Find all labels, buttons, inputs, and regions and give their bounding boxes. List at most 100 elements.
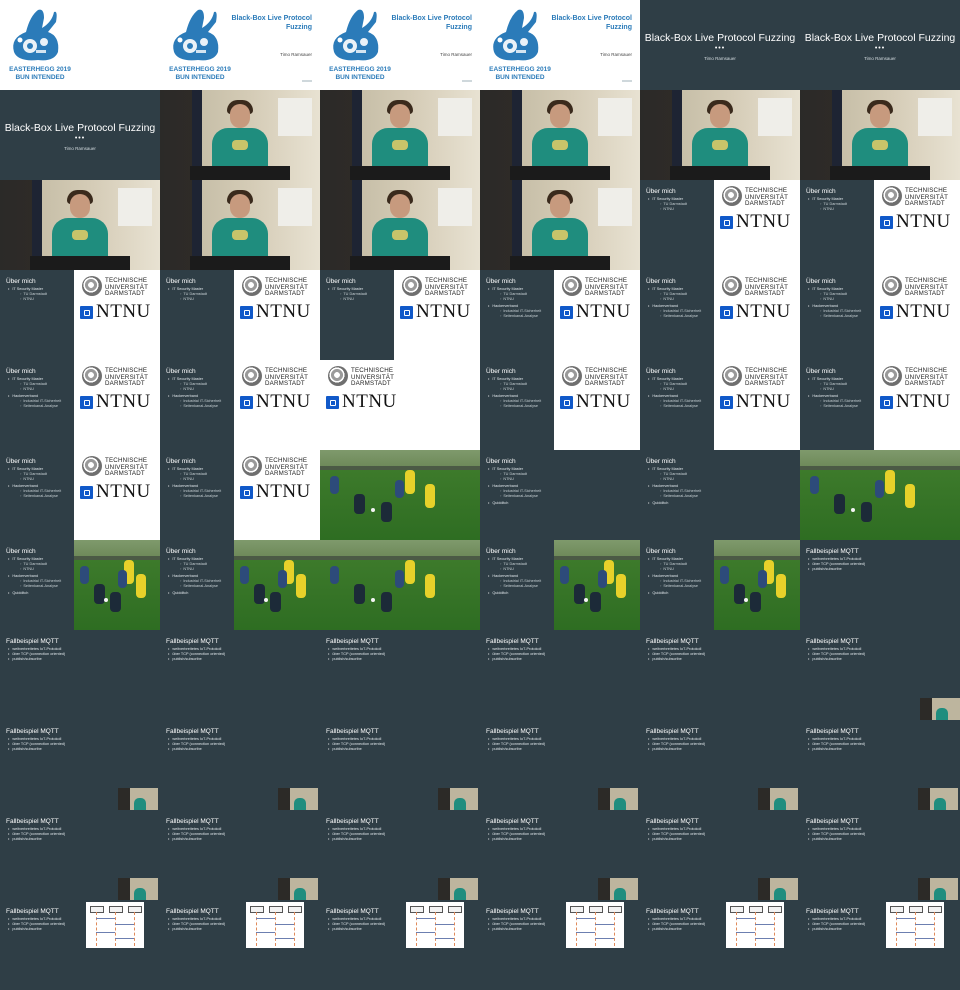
slide-heading: Fallbeispiel MQTT xyxy=(326,728,379,735)
slide-thumbnail: Über michIT Security MasterTU DarmstadtN… xyxy=(320,270,480,360)
slide-heading: Über mich xyxy=(6,548,36,555)
slide-heading: Fallbeispiel MQTT xyxy=(806,818,859,825)
diagram-lifeline xyxy=(294,912,295,946)
tu-darmstadt-athene-icon xyxy=(242,276,262,296)
bullet-item: publish/subscribe xyxy=(488,927,521,932)
speaker-photo-head xyxy=(550,104,570,128)
slide-heading: Über mich xyxy=(806,368,836,375)
tud-line: DARMSTADT xyxy=(905,200,945,208)
bullet-item: publish/subscribe xyxy=(808,747,841,752)
tud-line: DARMSTADT xyxy=(905,290,945,298)
sub-bullet-item: Seitenkanal-Analyse xyxy=(20,494,58,499)
university-logos: TECHNISCHE UNIVERSITÄT DARMSTADT NTNU xyxy=(394,270,480,360)
tu-darmstadt-athene-icon xyxy=(242,456,262,476)
slide-heading: Über mich xyxy=(486,278,516,285)
slide-thumbnail: Über michIT Security MasterTU DarmstadtN… xyxy=(480,540,640,630)
mqtt-sequence-diagram xyxy=(566,902,624,948)
ball-icon xyxy=(371,598,375,602)
diagram-participant-box xyxy=(768,906,782,913)
ntnu-wordmark: NTNU xyxy=(896,211,951,232)
speaker-camera-overlay xyxy=(598,788,638,810)
slide-thumbnail: Über michIT Security MasterTU DarmstadtN… xyxy=(640,270,800,360)
slide-thumbnail: EASTERHEGG 2019 BUN INTENDED Black-Box Liv… xyxy=(160,0,320,90)
sub-bullet-item: NTNU xyxy=(660,297,674,302)
ball-icon xyxy=(104,598,108,602)
diagram-message-arrow xyxy=(896,918,915,919)
player-figure xyxy=(136,574,146,598)
slide-thumbnail: Über michIT Security MasterTU DarmstadtN… xyxy=(0,270,160,360)
slide-thumbnail: Fallbeispiel MQTTweitverbreitetes IoT-Pr… xyxy=(640,810,800,900)
ntnu-logo-icon xyxy=(560,306,573,319)
player-figure xyxy=(425,484,436,508)
sub-bullet-item: NTNU xyxy=(20,567,34,572)
speaker-photo xyxy=(320,90,480,180)
ntnu-wordmark: NTNU xyxy=(96,481,151,502)
diagram-participant-box xyxy=(730,906,744,913)
slide-thumbnail: Fallbeispiel MQTTweitverbreitetes IoT-Pr… xyxy=(160,810,320,900)
sub-bullet-item: Seitenkanal-Analyse xyxy=(180,584,218,589)
tu-darmstadt-wordmark: TECHNISCHE UNIVERSITÄT DARMSTADT xyxy=(351,367,394,388)
sub-bullet-item: Seitenkanal-Analyse xyxy=(660,404,698,409)
tud-line: DARMSTADT xyxy=(105,470,145,478)
diagram-lifeline xyxy=(454,912,455,946)
player-figure xyxy=(905,484,916,508)
intro-title-line: Fuzzing xyxy=(445,24,472,31)
university-logos: TECHNISCHE UNIVERSITÄT DARMSTADT NTNU xyxy=(714,180,800,270)
ball-icon xyxy=(584,598,588,602)
player-figure xyxy=(758,570,767,588)
quidditch-photo xyxy=(74,540,160,630)
diagram-message-arrow xyxy=(435,938,454,939)
slide-title: Black-Box Live Protocol Fuzzing xyxy=(644,32,796,44)
bullet-item: publish/subscribe xyxy=(328,837,361,842)
event-motto: BUN INTENDED xyxy=(335,74,385,81)
tud-line: DARMSTADT xyxy=(351,380,391,388)
bullet-item: publish/subscribe xyxy=(488,837,521,842)
bullet-item: publish/subscribe xyxy=(648,747,681,752)
tu-darmstadt-wordmark: TECHNISCHE UNIVERSITÄT DARMSTADT xyxy=(905,277,948,298)
sub-bullet-item: NTNU xyxy=(820,207,834,212)
player-figure xyxy=(590,592,601,612)
bullet-item: publish/subscribe xyxy=(808,927,841,932)
mqtt-sequence-diagram xyxy=(86,902,144,948)
ntnu-wordmark: NTNU xyxy=(736,391,791,412)
intro-author: Timo Ramsauer xyxy=(280,52,312,57)
event-caption: EASTERHEGG 2019 BUN INTENDED xyxy=(164,66,236,82)
player-figure xyxy=(394,480,404,498)
slide-thumbnail: Fallbeispiel MQTTweitverbreitetes IoT-Pr… xyxy=(0,630,160,720)
slide-title: Black-Box Live Protocol Fuzzing xyxy=(804,32,956,44)
ntnu-wordmark: NTNU xyxy=(256,301,311,322)
speaker-photo-podium xyxy=(350,166,450,180)
sub-bullet-item: NTNU xyxy=(20,477,34,482)
diagram-message-arrow xyxy=(896,932,915,933)
slide-heading: Über mich xyxy=(6,278,36,285)
mqtt-sequence-diagram xyxy=(726,902,784,948)
slide-number-bar xyxy=(462,80,472,82)
ntnu-wordmark: NTNU xyxy=(736,301,791,322)
diagram-lifeline xyxy=(275,912,276,946)
speaker-photo-window xyxy=(918,98,952,136)
slide-thumbnail: Fallbeispiel MQTTweitverbreitetes IoT-Pr… xyxy=(800,900,960,990)
pitch-fence xyxy=(320,466,480,470)
bullet-item: publish/subscribe xyxy=(168,927,201,932)
tu-darmstadt-athene-icon xyxy=(722,276,742,296)
speaker-photo-head xyxy=(390,194,410,218)
university-logos: TECHNISCHE UNIVERSITÄT DARMSTADT NTNU xyxy=(714,270,800,360)
university-logos: TECHNISCHE UNIVERSITÄT DARMSTADT NTNU xyxy=(554,270,640,360)
slide-thumbnail: Fallbeispiel MQTTweitverbreitetes IoT-Pr… xyxy=(320,900,480,990)
diagram-lifeline xyxy=(774,912,775,946)
slide-heading: Über mich xyxy=(486,458,516,465)
bullet-item: publish/subscribe xyxy=(328,657,361,662)
university-logos: TECHNISCHE UNIVERSITÄT DARMSTADT NTNU xyxy=(74,270,160,360)
tud-line: DARMSTADT xyxy=(265,290,305,298)
player-figure xyxy=(861,502,873,522)
speaker-camera-overlay xyxy=(118,878,158,900)
sub-bullet-item: NTNU xyxy=(660,567,674,572)
slide-thumbnail: Über michIT Security MasterTU DarmstadtN… xyxy=(0,450,160,540)
slide-thumbnail: Fallbeispiel MQTTweitverbreitetes IoT-Pr… xyxy=(160,630,320,720)
player-figure xyxy=(296,574,306,598)
diagram-message-arrow xyxy=(595,938,614,939)
ntnu-logo-icon xyxy=(720,216,733,229)
diagram-participant-box xyxy=(608,906,622,913)
intro-title-line: Fuzzing xyxy=(285,24,312,31)
slide-thumbnail: Fallbeispiel MQTTweitverbreitetes IoT-Pr… xyxy=(800,540,960,630)
